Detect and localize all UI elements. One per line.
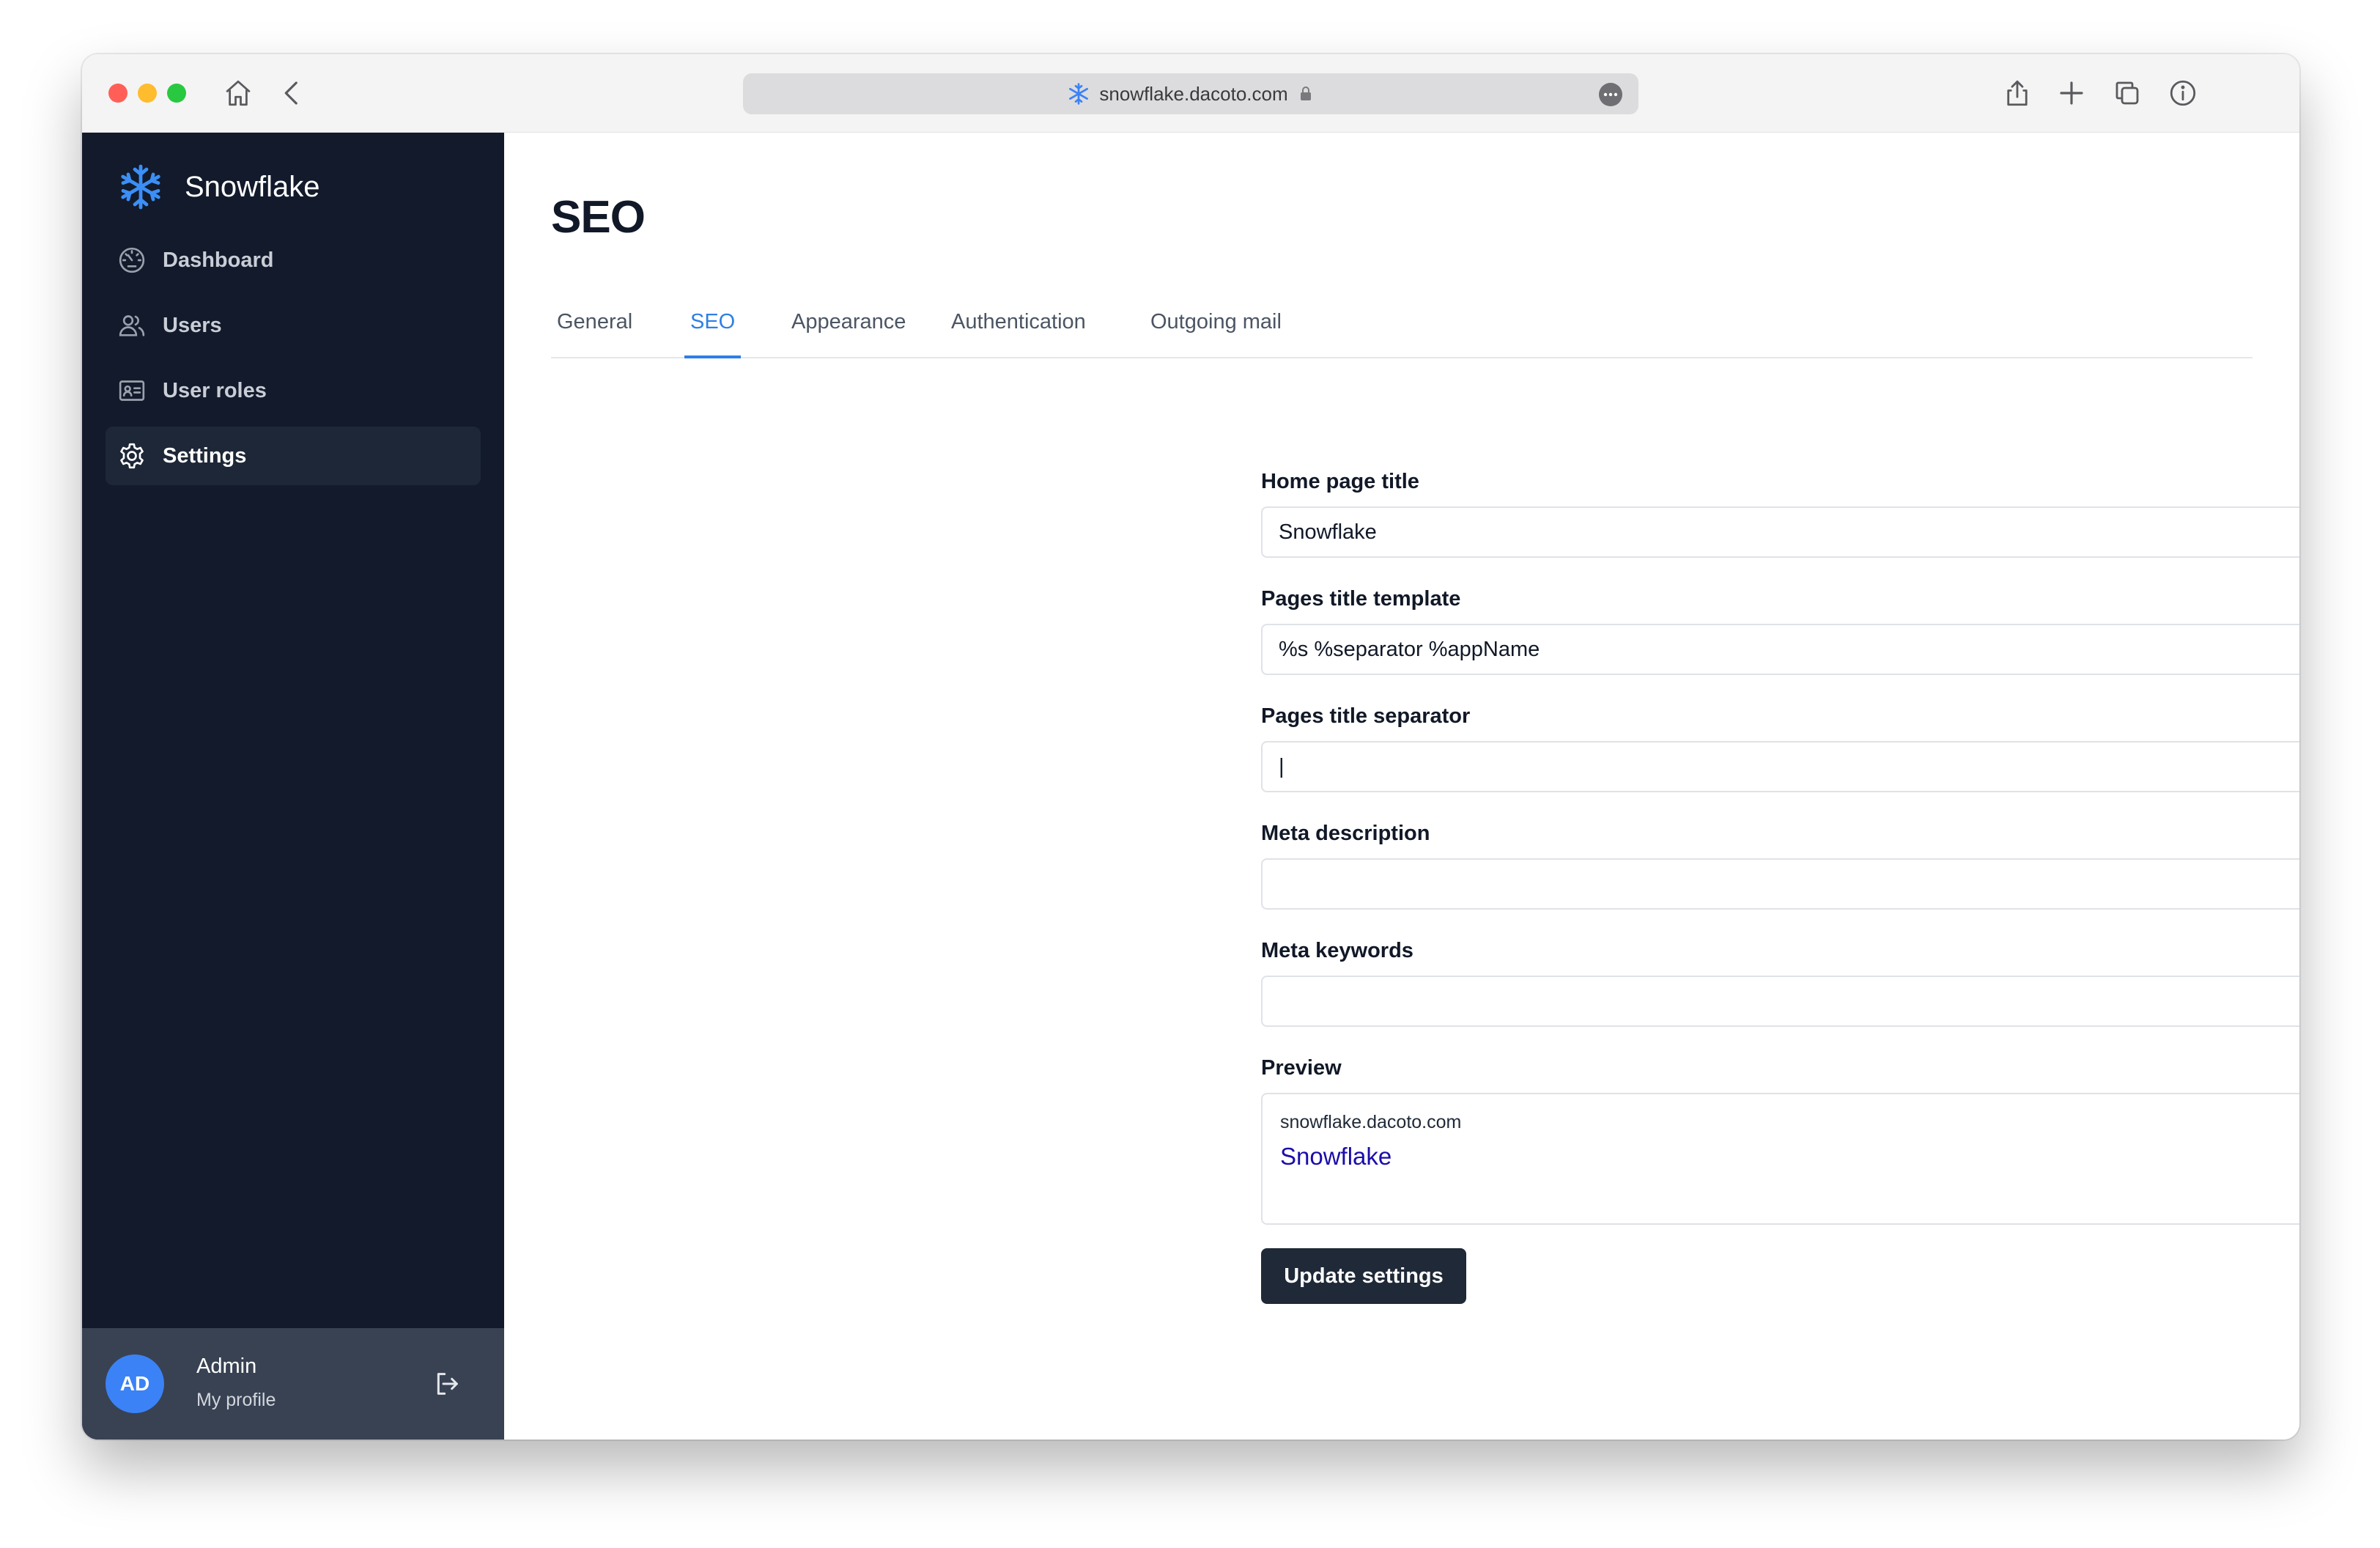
users-icon bbox=[116, 309, 148, 342]
sidebar-item-users[interactable]: Users bbox=[106, 296, 481, 355]
sidebar-item-label: User roles bbox=[163, 378, 267, 402]
id-card-icon bbox=[116, 375, 148, 407]
update-settings-button[interactable]: Update settings bbox=[1261, 1248, 1466, 1304]
preview-url: snowflake.dacoto.com bbox=[1280, 1112, 1462, 1132]
meta-description-label: Meta description bbox=[1261, 822, 1430, 845]
minimize-window-button[interactable] bbox=[138, 84, 157, 103]
sidebar-item-dashboard[interactable]: Dashboard bbox=[106, 231, 481, 290]
dashboard-gauge-icon bbox=[116, 244, 148, 276]
my-profile-link[interactable]: My profile bbox=[196, 1390, 276, 1411]
snowflake-logo-icon bbox=[117, 163, 164, 210]
search-preview-box: snowflake.dacoto.com Snowflake bbox=[1261, 1093, 2299, 1225]
maximize-window-button[interactable] bbox=[167, 84, 186, 103]
tab-authentication[interactable]: Authentication bbox=[951, 306, 1086, 355]
sidebar-item-user-roles[interactable]: User roles bbox=[106, 361, 481, 420]
browser-window: snowflake.dacoto.com Snowflake Dashboard… bbox=[82, 54, 2299, 1440]
share-icon[interactable] bbox=[2002, 78, 2033, 108]
tab-general[interactable]: General bbox=[557, 306, 632, 355]
address-bar[interactable]: snowflake.dacoto.com bbox=[743, 73, 1638, 114]
new-tab-plus-icon[interactable] bbox=[2056, 78, 2087, 108]
home-icon[interactable] bbox=[223, 78, 254, 108]
sidebar-item-label: Settings bbox=[163, 443, 247, 468]
more-options-icon[interactable] bbox=[1599, 83, 1622, 106]
logout-icon[interactable] bbox=[432, 1369, 462, 1398]
gear-icon bbox=[116, 440, 148, 472]
meta-description-input[interactable] bbox=[1261, 858, 2299, 910]
site-favicon-snowflake-icon bbox=[1067, 82, 1090, 106]
page-title: SEO bbox=[551, 192, 646, 243]
pages-title-template-label: Pages title template bbox=[1261, 587, 1461, 611]
preview-title: Snowflake bbox=[1280, 1143, 1392, 1170]
back-arrow-icon[interactable] bbox=[277, 78, 308, 108]
url-text: snowflake.dacoto.com bbox=[1099, 82, 1288, 105]
home-page-title-input[interactable] bbox=[1261, 506, 2299, 558]
avatar[interactable]: AD bbox=[106, 1354, 164, 1413]
lock-icon bbox=[1297, 85, 1315, 103]
pages-title-separator-label: Pages title separator bbox=[1261, 704, 1471, 728]
profile-name: Admin bbox=[196, 1354, 257, 1378]
sidebar-item-label: Dashboard bbox=[163, 248, 274, 272]
sidebar-item-settings[interactable]: Settings bbox=[106, 427, 481, 485]
pages-title-template-input[interactable] bbox=[1261, 624, 2299, 675]
tabs-overview-icon[interactable] bbox=[2112, 78, 2143, 108]
info-icon[interactable] bbox=[2168, 78, 2198, 108]
tab-appearance[interactable]: Appearance bbox=[791, 306, 906, 355]
meta-keywords-label: Meta keywords bbox=[1261, 939, 1413, 962]
sidebar-item-label: Users bbox=[163, 313, 222, 337]
sidebar: Snowflake Dashboard Users User roles Set… bbox=[82, 133, 504, 1440]
home-page-title-label: Home page title bbox=[1261, 470, 1419, 493]
meta-keywords-input[interactable] bbox=[1261, 976, 2299, 1027]
tab-outgoing-mail[interactable]: Outgoing mail bbox=[1150, 306, 1282, 355]
browser-toolbar: snowflake.dacoto.com bbox=[82, 54, 2299, 133]
pages-title-separator-input[interactable] bbox=[1261, 741, 2299, 792]
brand-name: Snowflake bbox=[185, 170, 320, 203]
preview-label: Preview bbox=[1261, 1056, 1342, 1080]
settings-tabs: General SEO Appearance Authentication Ou… bbox=[551, 306, 2252, 358]
tab-seo[interactable]: SEO bbox=[684, 306, 742, 358]
close-window-button[interactable] bbox=[108, 84, 128, 103]
brand[interactable]: Snowflake bbox=[117, 163, 320, 210]
main-content: SEO General SEO Appearance Authenticatio… bbox=[504, 133, 2299, 1440]
profile-card: AD Admin My profile bbox=[82, 1328, 504, 1440]
